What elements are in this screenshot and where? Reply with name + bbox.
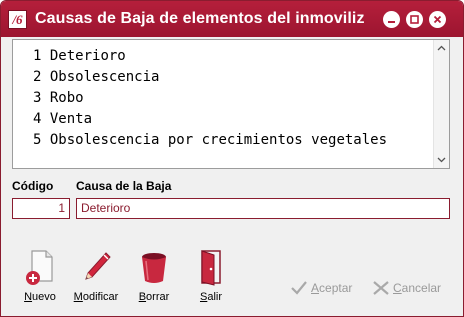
list-item[interactable]: 4 Venta: [13, 109, 434, 130]
aceptar-button[interactable]: Aceptar: [289, 277, 359, 299]
list-item-label: Robo: [49, 90, 84, 106]
borrar-button[interactable]: Borrar: [124, 244, 184, 306]
chevron-up-icon: [437, 45, 446, 51]
nuevo-button[interactable]: Nuevo: [10, 244, 70, 306]
borrar-label: Borrar: [138, 291, 170, 303]
codigo-field[interactable]: 1: [12, 198, 70, 219]
minimize-button[interactable]: [383, 11, 400, 28]
causa-label: Causa de la Baja: [76, 179, 172, 193]
maximize-icon: [410, 15, 419, 24]
list-item-number: 4: [33, 111, 42, 127]
list-item[interactable]: 5 Obsolescencia por crecimientos vegetal…: [13, 130, 434, 151]
modificar-button[interactable]: Modificar: [66, 244, 126, 306]
list-item-number: 1: [33, 48, 42, 64]
cancelar-label: Cancelar: [393, 281, 442, 295]
list-item[interactable]: 1 Deterioro: [13, 46, 434, 67]
list-item[interactable]: 3 Robo: [13, 88, 434, 109]
maximize-button[interactable]: [406, 11, 423, 28]
modificar-label: Modificar: [73, 291, 119, 303]
minimize-icon: [388, 21, 395, 23]
nuevo-label: Nuevo: [24, 291, 56, 303]
codigo-label: Código: [12, 179, 54, 193]
list-item-number: 3: [33, 90, 42, 106]
title-bar[interactable]: /6 Causas de Baja de elementos del inmov…: [1, 1, 463, 37]
aceptar-label: Aceptar: [311, 281, 353, 295]
salir-label: Salir: [199, 291, 222, 303]
list-item-number: 5: [33, 132, 42, 148]
trash-icon: [142, 253, 166, 283]
list-item-label: Obsolescencia por crecimientos vegetales: [49, 132, 388, 148]
scroll-up-button[interactable]: [434, 40, 449, 56]
vertical-scrollbar[interactable]: [433, 40, 449, 168]
salir-button[interactable]: Salir: [181, 244, 241, 306]
close-icon: [433, 15, 442, 24]
close-button[interactable]: [429, 11, 446, 28]
app-logo-icon: /6: [8, 10, 27, 29]
list-item-label: Deterioro: [49, 48, 126, 64]
cancelar-button[interactable]: Cancelar: [371, 277, 451, 299]
list-item-label: Venta: [49, 111, 93, 127]
pencil-icon: [85, 252, 111, 280]
scroll-down-button[interactable]: [434, 152, 449, 168]
cancel-x-icon: [371, 278, 391, 298]
exit-door-icon: [201, 250, 221, 286]
new-document-icon: [26, 250, 53, 285]
causes-list: 1 Deterioro 2 Obsolescencia 3 Robo 4 Ven…: [13, 40, 434, 168]
list-item[interactable]: 2 Obsolescencia: [13, 67, 434, 88]
causes-listbox[interactable]: 1 Deterioro 2 Obsolescencia 3 Robo 4 Ven…: [12, 39, 450, 169]
list-item-number: 2: [33, 69, 42, 85]
chevron-down-icon: [437, 157, 446, 163]
checkmark-icon: [289, 278, 309, 298]
causa-field[interactable]: Deterioro: [76, 198, 450, 219]
window-title: Causas de Baja de elementos del inmovili…: [35, 10, 365, 27]
list-item-label: Obsolescencia: [49, 69, 160, 85]
dialog-window: /6 Causas de Baja de elementos del inmov…: [0, 0, 464, 317]
